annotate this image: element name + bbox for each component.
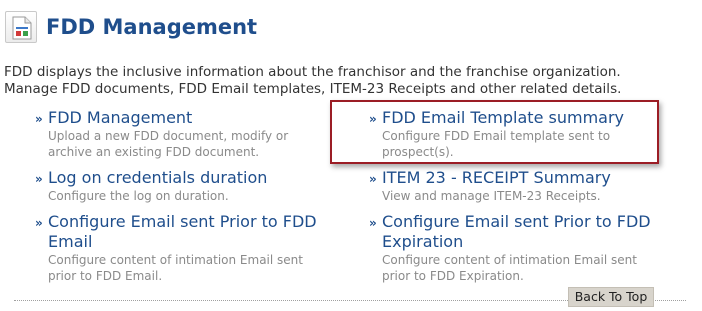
fdd-management-icon — [5, 11, 37, 43]
intro-line-2: Manage FDD documents, FDD Email template… — [4, 81, 622, 97]
configure-email-prior-fdd-expiration-link[interactable]: Configure Email sent Prior to FDD Expira… — [382, 212, 651, 252]
log-on-credentials-duration-link[interactable]: Log on credentials duration — [48, 168, 267, 188]
bullet-icon: » — [35, 216, 43, 230]
item-description: archive an existing FDD document. — [48, 145, 260, 159]
intro-text: FDD displays the inclusive information a… — [4, 64, 664, 98]
menu-item-fdd-management[interactable]: » FDD Management Upload a new FDD docume… — [35, 108, 289, 160]
bullet-icon: » — [35, 172, 43, 186]
item-description: View and manage ITEM-23 Receipts. — [382, 189, 601, 203]
back-to-top-button[interactable]: Back To Top — [568, 287, 654, 307]
item-description: prior to FDD Expiration. — [382, 269, 524, 283]
bullet-icon: » — [369, 172, 377, 186]
item-description: Configure content of intimation Email se… — [382, 253, 637, 267]
fdd-management-link[interactable]: FDD Management — [48, 108, 288, 128]
link-line: Email — [48, 232, 93, 251]
configure-email-prior-fdd-email-link[interactable]: Configure Email sent Prior to FDD Email — [48, 212, 317, 252]
item-description: Configure the log on duration. — [48, 189, 229, 203]
bullet-icon: » — [35, 112, 43, 126]
intro-line-1: FDD displays the inclusive information a… — [4, 64, 621, 80]
highlight-box — [330, 100, 659, 164]
item23-receipt-summary-link[interactable]: ITEM 23 - RECEIPT Summary — [382, 168, 611, 188]
menu-item-configure-email-prior-fdd-email[interactable]: » Configure Email sent Prior to FDD Emai… — [35, 212, 317, 284]
item-description: Upload a new FDD document, modify or — [48, 129, 289, 143]
item-description: Configure content of intimation Email se… — [48, 253, 303, 267]
menu-item-item23-receipt-summary[interactable]: » ITEM 23 - RECEIPT Summary View and man… — [369, 168, 611, 204]
menu-item-configure-email-prior-fdd-expiration[interactable]: » Configure Email sent Prior to FDD Expi… — [369, 212, 651, 284]
link-line: Configure Email sent Prior to FDD — [48, 212, 317, 231]
page-title: FDD Management — [46, 15, 258, 39]
item-description: prior to FDD Email. — [48, 269, 163, 283]
menu-item-log-on-credentials-duration[interactable]: » Log on credentials duration Configure … — [35, 168, 267, 204]
link-line: Expiration — [382, 232, 464, 251]
link-line: Configure Email sent Prior to FDD — [382, 212, 651, 231]
bullet-icon: » — [369, 216, 377, 230]
